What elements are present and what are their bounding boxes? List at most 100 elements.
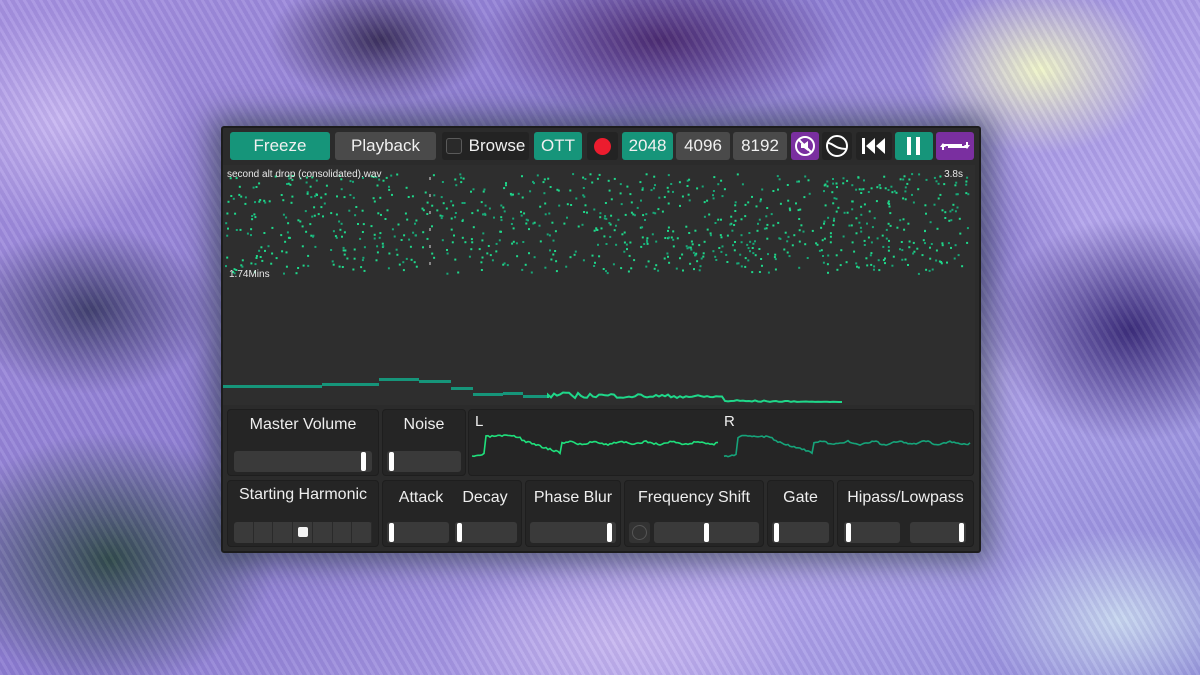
spectrogram-dot — [776, 175, 779, 178]
spectrogram-dot — [640, 245, 643, 248]
spectrogram-dot — [520, 214, 523, 217]
playback-button[interactable]: Playback — [335, 132, 436, 160]
spectrogram-dot — [373, 200, 376, 203]
spectrogram-dot — [415, 219, 418, 222]
spectrogram-dot — [352, 180, 354, 183]
browse-checkbox[interactable] — [445, 138, 462, 154]
harmonic-segment[interactable] — [273, 522, 294, 543]
spectrogram-dot — [744, 257, 747, 260]
spectrogram-dot — [363, 246, 366, 249]
spectrogram-dot — [858, 188, 861, 191]
spectrogram-dot — [261, 259, 264, 262]
harmonic-segment[interactable] — [234, 522, 254, 543]
file-name: second alt drop (consolidated).wav — [227, 169, 382, 180]
harmonic-segment[interactable] — [313, 522, 333, 543]
spectrogram-dot — [341, 235, 343, 238]
spectrogram-dot — [951, 208, 954, 211]
spectrogram-dot — [778, 237, 781, 240]
hipass-thumb[interactable] — [846, 523, 851, 542]
spectrogram-dot — [521, 196, 524, 199]
spectrogram-dot — [483, 188, 486, 191]
browse-toggle[interactable]: Browse — [442, 132, 529, 160]
spectrogram-dot — [600, 227, 603, 230]
spectrogram-dot — [387, 267, 390, 270]
lowpass-thumb[interactable] — [959, 523, 964, 542]
harmonic-marker[interactable] — [298, 527, 308, 537]
spectrogram-dot — [463, 202, 466, 204]
spectrogram-dot — [891, 191, 894, 194]
spectrogram-dot — [870, 263, 873, 266]
spectrogram-dot — [548, 212, 551, 215]
spectrogram-dot — [759, 200, 762, 203]
spectrogram-dot — [309, 223, 312, 226]
spectrogram-dot — [641, 236, 644, 239]
harmonic-segment[interactable] — [254, 522, 274, 543]
spectrogram-dot — [824, 204, 827, 207]
spectrogram-dot — [734, 210, 737, 212]
attack-slider[interactable] — [387, 522, 449, 543]
spectrogram-dot — [937, 197, 940, 200]
frequency-shift-slider[interactable] — [654, 522, 759, 543]
starting-harmonic-selector[interactable] — [234, 522, 372, 543]
frequency-shift-thumb[interactable] — [704, 523, 709, 542]
freeze-button[interactable]: Freeze — [230, 132, 330, 160]
spectrogram-dot — [533, 221, 536, 224]
spectrogram-dot — [734, 241, 736, 243]
frequency-shift-toggle[interactable] — [629, 522, 650, 543]
gate-thumb[interactable] — [774, 523, 779, 542]
spectrogram-dot — [226, 234, 229, 237]
ott-button[interactable]: OTT — [534, 132, 582, 160]
spectrogram-dot — [542, 181, 545, 184]
spectrogram-dot — [527, 219, 529, 222]
spectrogram-dot — [315, 193, 318, 196]
spectrogram-dot — [848, 224, 851, 227]
spectrogram-dot — [899, 178, 902, 181]
spectrogram-dot — [599, 212, 602, 215]
spectrogram-dot — [498, 239, 501, 242]
hipass-slider[interactable] — [844, 522, 900, 543]
spectrogram-view[interactable]: second alt drop (consolidated).wav 3.8s … — [223, 165, 975, 405]
spectrogram-dot — [800, 224, 803, 227]
loop-button[interactable] — [936, 132, 974, 160]
lowpass-slider[interactable] — [910, 522, 966, 543]
spectrogram-dot — [758, 248, 761, 250]
phase-blur-slider[interactable] — [530, 522, 616, 543]
spectrogram-dot — [544, 266, 547, 269]
spectrogram-dot — [348, 209, 351, 212]
spectrogram-dot — [239, 228, 242, 231]
spectrogram-dot — [287, 222, 290, 225]
spectrogram-dot — [747, 201, 750, 204]
spectrogram-dot — [749, 240, 752, 243]
fft-8192-button[interactable]: 8192 — [733, 132, 787, 160]
spectrogram-dot — [336, 195, 338, 198]
record-button[interactable] — [587, 132, 618, 160]
noise-thumb[interactable] — [389, 452, 394, 471]
spectrogram-dot — [720, 236, 723, 239]
attack-thumb[interactable] — [389, 523, 394, 542]
mute-button[interactable] — [791, 132, 819, 160]
fft-4096-button[interactable]: 4096 — [676, 132, 730, 160]
harmonic-segment[interactable] — [352, 522, 372, 543]
duration-label: 3.8s — [944, 169, 963, 180]
phase-blur-thumb[interactable] — [607, 523, 613, 542]
spectrogram-dot — [885, 237, 888, 240]
spectrogram-dot — [577, 225, 580, 228]
spectrogram-dot — [605, 270, 607, 273]
fft-2048-button[interactable]: 2048 — [622, 132, 673, 160]
pause-button[interactable] — [895, 132, 933, 160]
noise-slider[interactable] — [387, 451, 461, 472]
master-volume-slider[interactable] — [234, 451, 372, 472]
gate-slider[interactable] — [772, 522, 829, 543]
spectrogram-dot — [835, 182, 838, 185]
spectrogram-dot — [405, 257, 408, 260]
spectrogram-dot — [480, 261, 483, 264]
harmonic-segment[interactable] — [333, 522, 353, 543]
decay-thumb[interactable] — [457, 523, 462, 542]
spectrogram-dot — [702, 255, 705, 258]
tone-button[interactable] — [822, 132, 852, 160]
decay-slider[interactable] — [455, 522, 517, 543]
rewind-button[interactable] — [856, 132, 892, 160]
master-volume-thumb[interactable] — [361, 452, 367, 471]
spectrogram-dot — [911, 173, 914, 176]
spectrogram-dot — [343, 253, 346, 256]
